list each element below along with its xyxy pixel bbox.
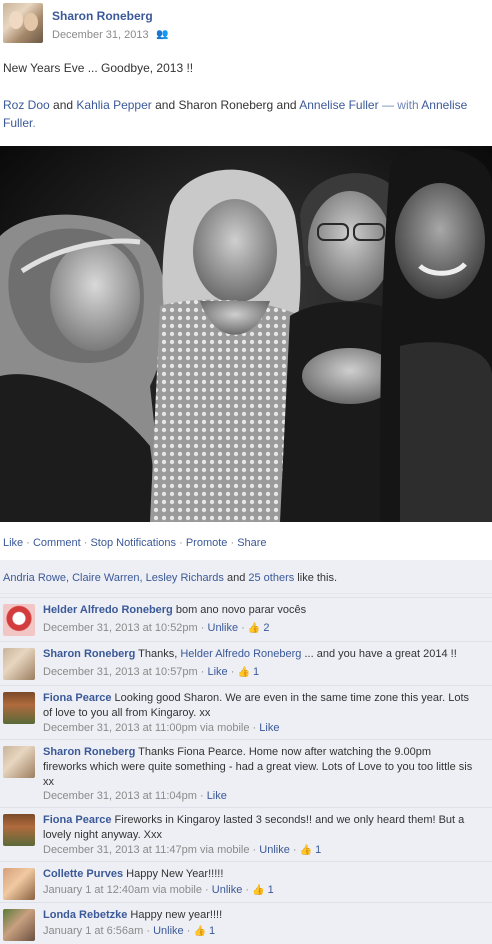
comment: Fiona Pearce Fireworks in Kingaroy laste… bbox=[0, 807, 492, 861]
like-link[interactable]: Like bbox=[3, 537, 23, 549]
post-header: Sharon Roneberg December 31, 2013 👥 bbox=[3, 3, 483, 45]
comment-meta: January 1 at 12:40am via mobile · Unlike… bbox=[43, 884, 274, 896]
post-date-link[interactable]: December 31, 2013 bbox=[52, 29, 149, 41]
thumb-icon[interactable]: 👍 bbox=[193, 926, 205, 937]
comment-time[interactable]: January 1 at 6:56am bbox=[43, 925, 143, 937]
group-photo[interactable] bbox=[0, 146, 492, 522]
likers-others-link[interactable]: 25 others bbox=[248, 572, 294, 584]
thumb-icon[interactable]: 👍 bbox=[300, 845, 312, 856]
comment-time[interactable]: December 31, 2013 at 10:52pm bbox=[43, 622, 198, 634]
comment-text: Happy New Year!!!!! bbox=[123, 868, 224, 880]
comment-body: Sharon Roneberg Thanks, Helder Alfredo R… bbox=[43, 648, 457, 660]
comment-body: Fiona Pearce Fireworks in Kingaroy laste… bbox=[43, 813, 473, 843]
comment: Collette Purves Happy New Year!!!!! Janu… bbox=[0, 861, 492, 902]
comment-unlike-link[interactable]: Unlike bbox=[153, 925, 184, 937]
comment-time[interactable]: January 1 at 12:40am via mobile bbox=[43, 884, 202, 896]
friends-icon[interactable]: 👥 bbox=[156, 29, 168, 40]
comment-body: Collette Purves Happy New Year!!!!! bbox=[43, 867, 473, 882]
share-link[interactable]: Share bbox=[237, 537, 266, 549]
commenter-avatar[interactable] bbox=[3, 648, 35, 680]
commenter-avatar[interactable] bbox=[3, 746, 35, 778]
comment-body: Sharon Roneberg Thanks Fiona Pearce. Hom… bbox=[43, 745, 473, 790]
comment-text: bom ano novo parar vocês bbox=[172, 604, 307, 616]
likers-names[interactable]: Andria Rowe, Claire Warren, Lesley Richa… bbox=[3, 572, 224, 584]
comment-mention[interactable]: Helder Alfredo Roneberg bbox=[180, 648, 301, 660]
commenter-avatar[interactable] bbox=[3, 909, 35, 941]
comment-meta: December 31, 2013 at 11:04pm · Like bbox=[43, 790, 227, 802]
commenter-name[interactable]: Sharon Roneberg bbox=[43, 746, 135, 758]
tag-kahlia-pepper[interactable]: Kahlia Pepper bbox=[76, 98, 151, 112]
comment-like-link[interactable]: Like bbox=[207, 790, 227, 802]
comment: Sharon Roneberg Thanks Fiona Pearce. Hom… bbox=[0, 739, 492, 807]
thumb-icon[interactable]: 👍 bbox=[252, 885, 264, 896]
comment-unlike-link[interactable]: Unlike bbox=[208, 622, 239, 634]
comment-text: Happy new year!!!! bbox=[127, 909, 223, 921]
comment-body: Helder Alfredo Roneberg bom ano novo par… bbox=[43, 603, 473, 618]
tagged-people: Roz Doo and Kahlia Pepper and Sharon Ron… bbox=[3, 98, 468, 130]
comment-time[interactable]: December 31, 2013 at 11:00pm via mobile bbox=[43, 722, 249, 734]
likes-sentence: Andria Rowe, Claire Warren, Lesley Richa… bbox=[3, 572, 338, 584]
commenter-name[interactable]: Collette Purves bbox=[43, 868, 123, 880]
comment-time[interactable]: December 31, 2013 at 11:47pm via mobile bbox=[43, 844, 249, 856]
commenter-avatar[interactable] bbox=[3, 814, 35, 846]
comment-time[interactable]: December 31, 2013 at 11:04pm bbox=[43, 790, 197, 802]
comment-unlike-link[interactable]: Unlike bbox=[259, 844, 290, 856]
commenter-avatar[interactable] bbox=[3, 868, 35, 900]
comment-unlike-link[interactable]: Unlike bbox=[212, 884, 243, 896]
comment-like-count[interactable]: 1 bbox=[253, 666, 259, 678]
stop-notifications-link[interactable]: Stop Notifications bbox=[90, 537, 176, 549]
comment-body: Londa Rebetzke Happy new year!!!! bbox=[43, 908, 473, 923]
post-message: New Years Eve ... Goodbye, 2013 !! bbox=[3, 61, 194, 75]
thumb-icon[interactable]: 👍 bbox=[237, 667, 249, 678]
commenter-name[interactable]: Sharon Roneberg bbox=[43, 648, 135, 660]
comment-like-count[interactable]: 1 bbox=[315, 844, 321, 856]
comment-meta: January 1 at 6:56am · Unlike · 👍 1 bbox=[43, 925, 216, 937]
comment: Helder Alfredo Roneberg bom ano novo par… bbox=[0, 597, 492, 641]
comment-meta: December 31, 2013 at 11:47pm via mobile … bbox=[43, 844, 322, 856]
tag-annelise-fuller[interactable]: Annelise Fuller bbox=[299, 98, 378, 112]
comment-like-count[interactable]: 1 bbox=[268, 884, 274, 896]
comment-like-link[interactable]: Like bbox=[259, 722, 279, 734]
comment-time[interactable]: December 31, 2013 at 10:57pm bbox=[43, 666, 198, 678]
likes-summary: Andria Rowe, Claire Warren, Lesley Richa… bbox=[0, 560, 492, 594]
commenter-avatar[interactable] bbox=[3, 604, 35, 636]
author-name-link[interactable]: Sharon Roneberg bbox=[52, 9, 153, 23]
promote-link[interactable]: Promote bbox=[186, 537, 228, 549]
comment-like-count[interactable]: 2 bbox=[263, 622, 269, 634]
post-actions: Like · Comment · Stop Notifications · Pr… bbox=[3, 537, 267, 549]
comment: Londa Rebetzke Happy new year!!!! Januar… bbox=[0, 902, 492, 944]
author-avatar[interactable] bbox=[3, 3, 43, 43]
thumb-icon[interactable]: 👍 bbox=[248, 623, 260, 634]
commenter-name[interactable]: Helder Alfredo Roneberg bbox=[43, 604, 173, 616]
commenter-avatar[interactable] bbox=[3, 692, 35, 724]
comment-meta: December 31, 2013 at 10:57pm · Like · 👍 … bbox=[43, 666, 260, 678]
commenter-name[interactable]: Londa Rebetzke bbox=[43, 909, 127, 921]
comment-like-count[interactable]: 1 bbox=[209, 925, 215, 937]
comment-body: Fiona Pearce Looking good Sharon. We are… bbox=[43, 691, 473, 721]
group-photo-image bbox=[0, 146, 492, 522]
commenter-name[interactable]: Fiona Pearce bbox=[43, 814, 111, 826]
comment-meta: December 31, 2013 at 11:00pm via mobile … bbox=[43, 722, 280, 734]
feedback-section: Andria Rowe, Claire Warren, Lesley Richa… bbox=[0, 560, 492, 944]
comment-meta: December 31, 2013 at 10:52pm · Unlike · … bbox=[43, 622, 270, 634]
comment-link[interactable]: Comment bbox=[33, 537, 81, 549]
tag-roz-doo[interactable]: Roz Doo bbox=[3, 98, 50, 112]
comment: Fiona Pearce Looking good Sharon. We are… bbox=[0, 685, 492, 739]
comment-like-link[interactable]: Like bbox=[208, 666, 228, 678]
commenter-name[interactable]: Fiona Pearce bbox=[43, 692, 111, 704]
comment: Sharon Roneberg Thanks, Helder Alfredo R… bbox=[0, 641, 492, 685]
